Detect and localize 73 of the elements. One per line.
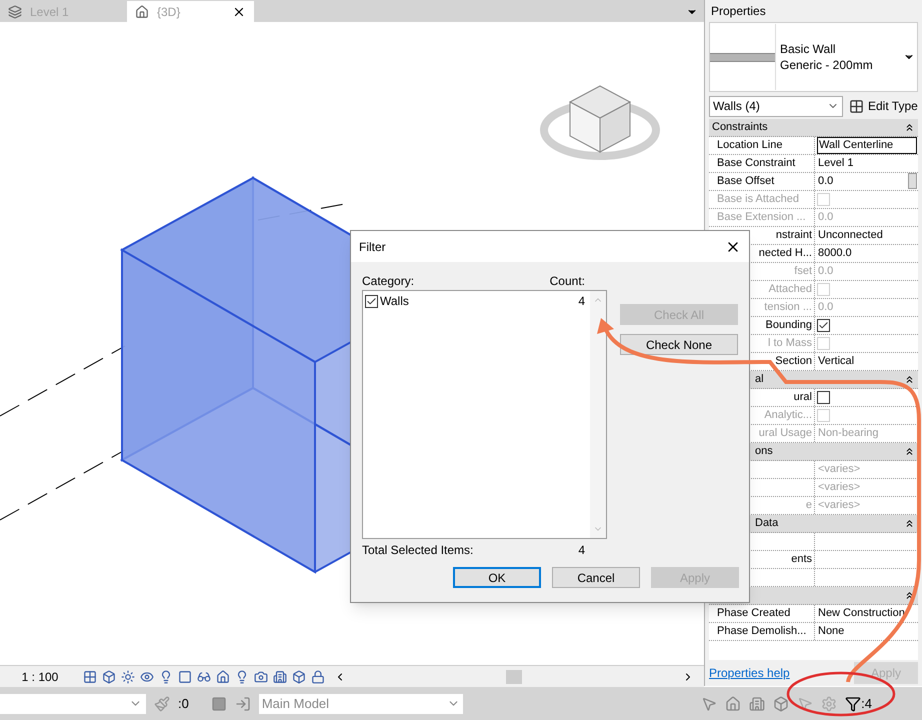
dialog-button[interactable]: OK bbox=[453, 567, 541, 588]
type-selector[interactable]: Basic Wall Generic - 200mm bbox=[709, 22, 918, 92]
property-label: l to Mass bbox=[768, 336, 812, 352]
property-value[interactable]: Wall Centerline bbox=[817, 137, 917, 154]
cube-icon[interactable] bbox=[773, 696, 790, 712]
property-label: Location Line bbox=[717, 138, 782, 154]
dialog-button[interactable]: Cancel bbox=[552, 567, 640, 588]
property-label: tension ... bbox=[764, 300, 812, 316]
property-label: Bounding bbox=[766, 318, 812, 334]
bulb-icon[interactable] bbox=[159, 670, 173, 684]
lock-icon[interactable] bbox=[311, 670, 325, 684]
property-label: e bbox=[806, 498, 812, 514]
square-icon[interactable] bbox=[178, 670, 192, 684]
tab-label: {3D} bbox=[157, 4, 180, 20]
total-label: Total Selected Items: bbox=[362, 542, 474, 559]
camera-icon[interactable] bbox=[254, 670, 268, 684]
house-icon[interactable] bbox=[216, 670, 230, 684]
property-label: Base Offset bbox=[717, 174, 774, 190]
glasses-icon[interactable] bbox=[197, 670, 211, 684]
cube-icon[interactable] bbox=[292, 670, 306, 684]
collapse-icon[interactable] bbox=[904, 590, 915, 601]
edit-type-button[interactable]: Edit Type bbox=[849, 97, 918, 115]
check-button[interactable]: Check None bbox=[620, 334, 738, 355]
type-family: Basic Wall bbox=[780, 41, 837, 57]
category-count: 4 bbox=[578, 293, 586, 310]
wall-preview-icon bbox=[710, 24, 776, 90]
property-label: nected H... bbox=[758, 246, 812, 262]
checkbox[interactable] bbox=[817, 391, 830, 404]
section-header[interactable]: Constraints bbox=[709, 119, 918, 137]
property-label: ural bbox=[794, 390, 812, 406]
property-label: Base Extension ... bbox=[717, 210, 806, 226]
dialog-title: Filter bbox=[359, 238, 386, 256]
sun-icon[interactable] bbox=[121, 670, 135, 684]
count-label: Count: bbox=[550, 273, 585, 290]
building-icon[interactable] bbox=[273, 670, 287, 684]
eye-icon[interactable] bbox=[140, 670, 154, 684]
checkbox[interactable] bbox=[817, 319, 830, 332]
category-dropdown[interactable]: Walls (4) bbox=[709, 96, 843, 116]
collapse-icon[interactable] bbox=[904, 374, 915, 385]
grid-icon[interactable] bbox=[83, 670, 97, 684]
scrollbar-icon[interactable] bbox=[590, 291, 606, 538]
property-label: Phase Created bbox=[717, 606, 790, 622]
collapse-icon[interactable] bbox=[904, 122, 915, 133]
type-name: Generic - 200mm bbox=[780, 57, 873, 73]
grid-icon bbox=[849, 98, 864, 114]
property-label: Base is Attached bbox=[717, 192, 799, 208]
property-label: Section bbox=[775, 354, 812, 370]
selection-count: :0 bbox=[178, 694, 189, 713]
properties-help-link[interactable]: Properties help bbox=[709, 664, 790, 682]
property-label: fset bbox=[794, 264, 812, 280]
scale-label[interactable]: 1 : 100 bbox=[2, 668, 78, 686]
filter-button[interactable]: :4 bbox=[845, 694, 872, 714]
model-dropdown[interactable]: Main Model bbox=[258, 694, 463, 714]
property-label: Base Constraint bbox=[717, 156, 796, 172]
cube-icon[interactable] bbox=[102, 670, 116, 684]
property-label: Analytic... bbox=[764, 408, 812, 424]
property-label: Attached bbox=[768, 282, 812, 298]
scrollbar-thumb-icon[interactable] bbox=[908, 173, 917, 189]
scrollbar-thumb-icon[interactable] bbox=[506, 670, 522, 684]
panel-title: Properties bbox=[710, 3, 767, 20]
collapse-icon[interactable] bbox=[904, 446, 915, 457]
layers-icon bbox=[8, 4, 22, 18]
category-label: Category: bbox=[362, 273, 414, 290]
property-label: ural Usage bbox=[758, 426, 812, 442]
house-icon bbox=[135, 4, 149, 18]
checkbox[interactable] bbox=[365, 294, 378, 308]
property-label: ents bbox=[791, 552, 812, 568]
total-value: 4 bbox=[578, 542, 585, 559]
bulb-icon[interactable] bbox=[235, 670, 249, 684]
collapse-icon[interactable] bbox=[904, 518, 915, 529]
category-name[interactable]: Walls bbox=[380, 292, 409, 310]
property-label: Phase Demolish... bbox=[717, 624, 806, 640]
property-label: nstraint bbox=[776, 228, 812, 244]
